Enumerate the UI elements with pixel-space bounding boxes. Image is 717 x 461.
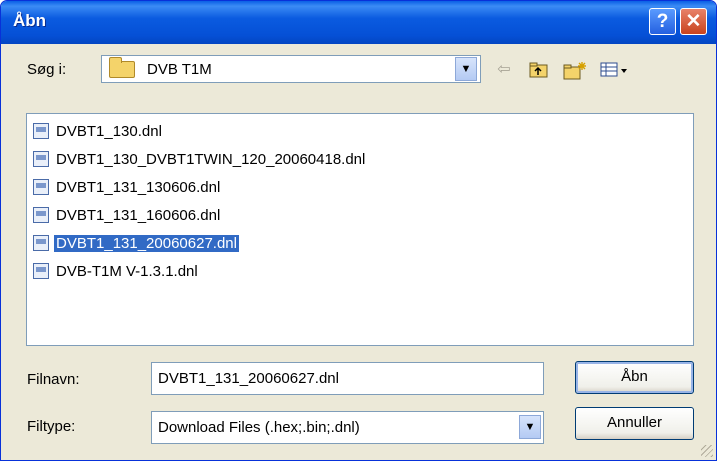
filename-label: Filnavn: bbox=[27, 371, 80, 388]
file-icon bbox=[33, 123, 49, 139]
help-icon[interactable]: ? bbox=[649, 8, 676, 35]
file-item[interactable]: DVBT1_131_160606.dnl bbox=[33, 204, 222, 226]
filetype-value: Download Files (.hex;.bin;.dnl) bbox=[158, 419, 360, 436]
title-bar[interactable]: Åbn ? ✕ bbox=[1, 1, 716, 44]
file-name: DVBT1_131_160606.dnl bbox=[56, 206, 221, 224]
new-folder-icon[interactable] bbox=[562, 61, 588, 81]
back-arrow-icon[interactable]: ⇦ bbox=[493, 61, 515, 81]
file-item[interactable]: DVB-T1M V-1.3.1.dnl bbox=[33, 260, 200, 282]
file-list[interactable]: DVBT1_130.dnl DVBT1_130_DVBT1TWIN_120_200… bbox=[26, 113, 694, 346]
file-name: DVB-T1M V-1.3.1.dnl bbox=[56, 262, 198, 280]
window-title: Åbn bbox=[13, 11, 47, 30]
open-button[interactable]: Åbn bbox=[575, 361, 694, 394]
file-icon bbox=[33, 263, 49, 279]
lookin-value: DVB T1M bbox=[147, 61, 212, 78]
file-icon bbox=[33, 151, 49, 167]
cancel-button[interactable]: Annuller bbox=[575, 407, 694, 440]
file-item[interactable]: DVBT1_131_130606.dnl bbox=[33, 176, 222, 198]
filename-value: DVBT1_131_20060627.dnl bbox=[158, 370, 339, 387]
file-item[interactable]: DVBT1_131_20060627.dnl bbox=[33, 232, 239, 254]
up-folder-icon[interactable] bbox=[528, 61, 550, 81]
folder-icon bbox=[109, 57, 135, 78]
file-name: DVBT1_130.dnl bbox=[56, 122, 162, 140]
file-icon bbox=[33, 235, 49, 251]
file-item[interactable]: DVBT1_130.dnl bbox=[33, 120, 164, 142]
view-menu-icon[interactable] bbox=[599, 61, 631, 81]
file-icon bbox=[33, 179, 49, 195]
filetype-label: Filtype: bbox=[27, 418, 76, 435]
close-icon[interactable]: ✕ bbox=[680, 8, 707, 35]
filetype-select[interactable]: Download Files (.hex;.bin;.dnl) bbox=[151, 411, 544, 444]
lookin-label: Søg i: bbox=[27, 61, 67, 78]
file-item[interactable]: DVBT1_130_DVBT1TWIN_120_20060418.dnl bbox=[33, 148, 367, 170]
lookin-dropdown[interactable]: DVB T1M bbox=[101, 55, 481, 83]
open-dialog: Åbn ? ✕ Søg i: DVB T1M ▼ ⇦ DVBT1_130.dnl… bbox=[0, 0, 717, 461]
filetype-chevron-down-icon[interactable]: ▼ bbox=[519, 415, 541, 439]
file-name: DVBT1_131_20060627.dnl bbox=[54, 234, 239, 252]
file-name: DVBT1_130_DVBT1TWIN_120_20060418.dnl bbox=[56, 150, 366, 168]
file-name: DVBT1_131_130606.dnl bbox=[56, 178, 221, 196]
resize-grip[interactable] bbox=[701, 445, 713, 457]
lookin-chevron-down-icon[interactable]: ▼ bbox=[455, 57, 477, 81]
filename-input[interactable]: DVBT1_131_20060627.dnl bbox=[151, 362, 544, 395]
file-icon bbox=[33, 207, 49, 223]
